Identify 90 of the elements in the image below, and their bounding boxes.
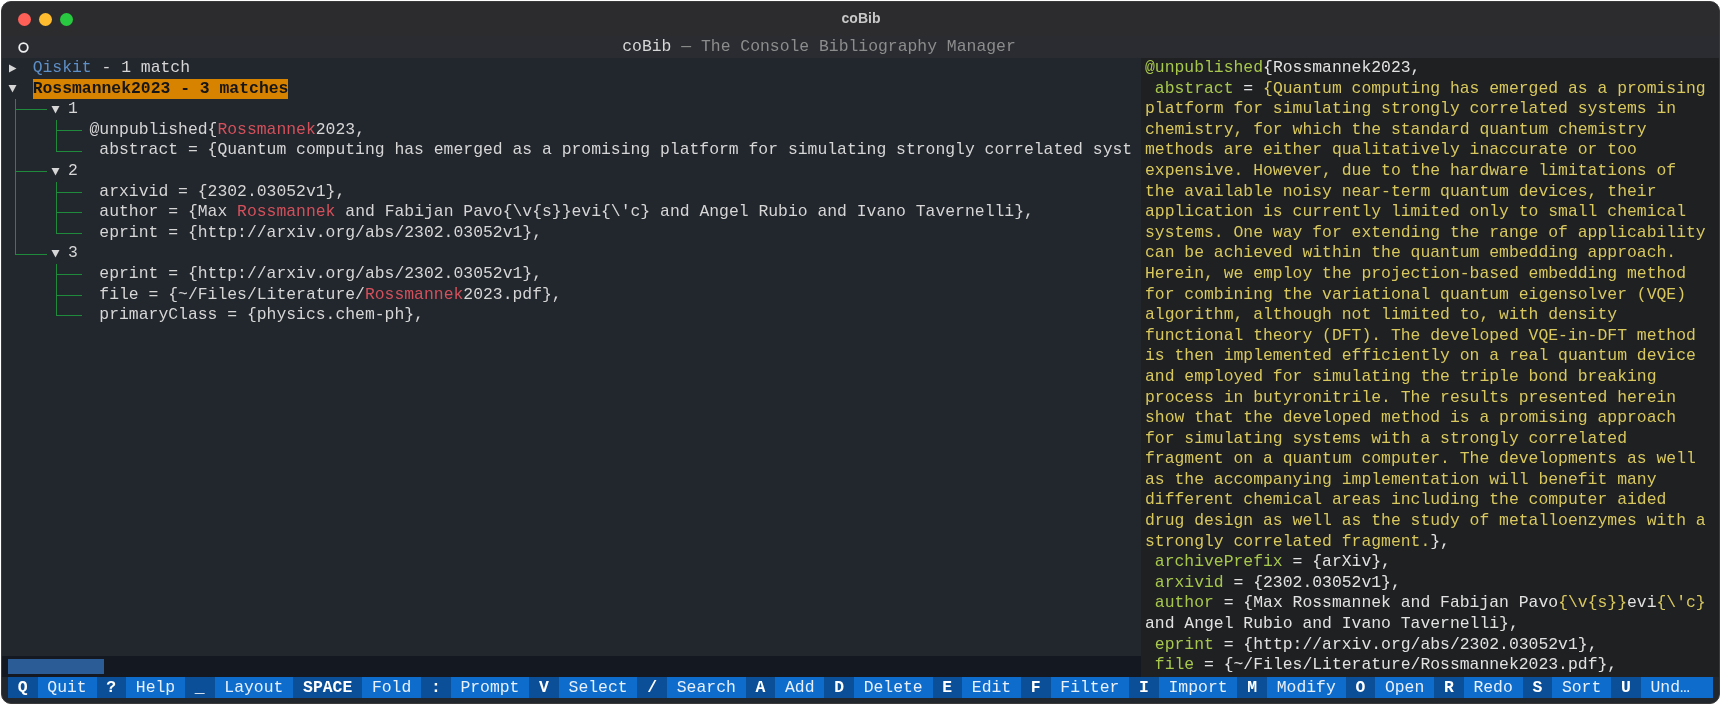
command-button[interactable]: Prompt: [450, 677, 530, 698]
command-button[interactable]: Edit: [962, 677, 1021, 698]
entry-line: author = {Max Rossmannek and Fabijan Pavo{\v{s}}evi{\'c} and Angel Rubio and Ivano Tavernelli},: [98, 202, 1034, 223]
command-button[interactable]: Delete: [853, 677, 933, 698]
scrollbar-thumb[interactable]: [8, 659, 104, 674]
tree-item[interactable]: 1: [68, 99, 78, 120]
shortcut-key: S: [1522, 677, 1553, 698]
shortcut-key: A: [745, 677, 776, 698]
preview-line: eprint = {http://arxiv.org/abs/2302.03052v1},: [1153, 634, 1599, 656]
preview-line: author = {Max Rossmannek and Fabijan Pavo{\v{s}}evi{\'c}: [1153, 593, 1707, 615]
preview-line: for simulating systems with a strongly correlated: [1145, 428, 1628, 450]
window-title: coBib: [841, 9, 881, 26]
preview-line: show that the developed method is a promising approach: [1145, 408, 1678, 429]
preview-line: abstract = {Quantum computing has emerged as a promising: [1153, 78, 1707, 100]
entry-line: abstract = {Quantum computing has emerged as a promising platform for simulating strongly correlated syst: [98, 140, 1133, 161]
shortcut-key: /: [637, 677, 667, 698]
preview-line: is then implemented efficiently on a real quantum device: [1145, 346, 1697, 367]
command-button[interactable]: Und…: [1640, 677, 1713, 698]
command-button[interactable]: Help: [126, 677, 186, 698]
shortcut-key: ?: [96, 677, 126, 698]
preview-line: application is currently limited only to small chemical: [1145, 202, 1687, 223]
preview-line: and employed for simulating the triple bond breaking: [1145, 366, 1658, 388]
shortcut-key: _: [185, 677, 215, 698]
preview-line: the available noisy near-term quantum devices, their: [1145, 181, 1658, 203]
shortcut-key: M: [1237, 677, 1267, 698]
command-button[interactable]: Filter: [1050, 677, 1130, 698]
command-button[interactable]: Open: [1375, 677, 1435, 698]
preview-line: systems. One way for extending the range of applicability: [1145, 222, 1707, 244]
shortcut-key: I: [1129, 677, 1159, 698]
shortcut-key: SPACE: [293, 677, 363, 698]
preview-line: process in butyronitrile. The results presented herein: [1145, 387, 1678, 409]
app-title: coBib — The Console Bibliography Manager: [622, 37, 1016, 56]
entry-line: arxivid = {2302.03052v1},: [98, 181, 346, 203]
caret-icon[interactable]: [7, 84, 17, 94]
tree-item[interactable]: 2: [68, 160, 78, 182]
preview-line: archivePrefix = {arXiv},: [1153, 552, 1392, 573]
shortcut-key: V: [529, 677, 559, 698]
command-button[interactable]: Add: [775, 677, 825, 698]
zoom-button[interactable]: [60, 12, 73, 26]
command-button[interactable]: Search: [666, 677, 746, 698]
preview-line: @unpublished{Rossmannek2023,: [1145, 58, 1422, 79]
preview-line: chemistry, for which the standard quantum chemistry: [1145, 119, 1648, 141]
shortcut-key: D: [824, 677, 854, 698]
shortcut-key: R: [1434, 677, 1464, 698]
preview-line: Herein, we employ the projection-based embedding method: [1145, 263, 1687, 285]
entry-line: file = {~/Files/Literature/Rossmannek2023.pdf},: [98, 284, 562, 306]
preview-line: functional theory (DFT). The developed VQE-in-DFT method: [1145, 325, 1697, 347]
command-button[interactable]: Layout: [214, 677, 294, 698]
preview-line: drug design as well as the study of metalloenzymes with a: [1145, 511, 1707, 532]
shortcut-key: E: [932, 677, 962, 698]
preview-line: for combining the variational quantum eigensolver (VQE): [1145, 284, 1687, 306]
caret-icon[interactable]: [7, 63, 17, 73]
command-button[interactable]: Import: [1158, 677, 1238, 698]
command-button[interactable]: Redo: [1463, 677, 1523, 698]
preview-line: algorithm, although not limited to, with density: [1145, 305, 1619, 326]
tree-item[interactable]: 3: [68, 243, 78, 264]
circle-icon: [18, 41, 29, 53]
command-button[interactable]: Select: [558, 677, 638, 698]
horizontal-scrollbar[interactable]: [2, 656, 1141, 677]
preview-line: strongly correlated fragment.},: [1145, 531, 1451, 553]
caret-icon[interactable]: [51, 166, 61, 176]
command-button[interactable]: Quit: [37, 677, 97, 698]
minimize-button[interactable]: [39, 12, 52, 26]
shortcut-key: :: [421, 677, 451, 698]
preview-line: file = {~/Files/Literature/Rossmannek2023.pdf},: [1153, 655, 1619, 676]
shortcut-key: F: [1021, 677, 1051, 698]
preview-line: expensive. However, due to the hardware limitations of: [1145, 160, 1678, 182]
shortcut-key: O: [1345, 677, 1376, 698]
entry-line: eprint = {http://arxiv.org/abs/2302.03052v1},: [98, 222, 542, 244]
tree-item[interactable]: Qiskit - 1 match: [32, 58, 191, 79]
caret-icon[interactable]: [51, 105, 61, 114]
caret-icon[interactable]: [51, 249, 61, 259]
shortcut-key: U: [1611, 677, 1641, 698]
preview-line: as the accompanying implementation will benefit many: [1145, 469, 1658, 491]
preview-line: different chemical areas including the computer aided: [1145, 490, 1668, 512]
preview-line: arxivid = {2302.03052v1},: [1153, 572, 1402, 594]
command-button[interactable]: Fold: [362, 677, 422, 698]
command-button[interactable]: Modify: [1266, 677, 1346, 698]
preview-line: can be achieved within the quantum embedding approach.: [1145, 243, 1678, 264]
preview-line: platform for simulating strongly correlated systems in: [1145, 99, 1678, 120]
entry-line: @unpublished{Rossmannek2023,: [89, 119, 365, 141]
command-button[interactable]: Sort: [1552, 677, 1612, 698]
preview-line: fragment on a quantum computer. The developments as well: [1145, 449, 1697, 470]
shortcut-key: Q: [8, 677, 38, 698]
preview-line: methods are either qualitatively inaccurate or too: [1145, 140, 1638, 161]
entry-line: eprint = {http://arxiv.org/abs/2302.03052v1},: [98, 263, 542, 285]
preview-line: and Angel Rubio and Ivano Tavernelli},: [1145, 614, 1520, 635]
entry-line: primaryClass = {physics.chem-ph},: [98, 305, 424, 326]
close-button[interactable]: [18, 12, 31, 26]
tree-item[interactable]: Rossmannek2023 - 3 matches: [32, 78, 289, 100]
